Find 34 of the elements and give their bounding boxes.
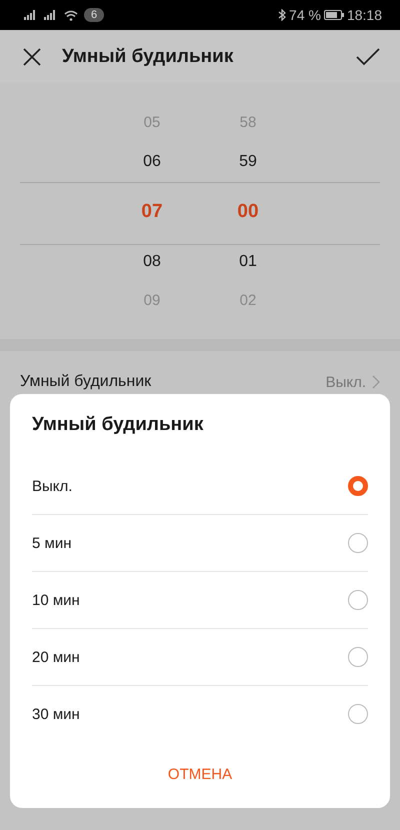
option-row[interactable]: 20 мин xyxy=(32,628,368,685)
option-label: 20 мин xyxy=(32,648,81,666)
option-label: 10 мин xyxy=(32,592,81,608)
time-value[interactable]: 59 xyxy=(239,149,257,174)
wifi-icon xyxy=(64,10,78,20)
signal-icon xyxy=(44,10,58,20)
setting-value: Выкл. xyxy=(326,374,366,390)
time-value[interactable]: 01 xyxy=(239,249,257,274)
radio-button[interactable] xyxy=(348,590,368,610)
radio-button[interactable] xyxy=(348,476,368,496)
radio-button[interactable] xyxy=(348,533,368,553)
battery-percent: 74 % xyxy=(289,7,321,23)
option-label: Выкл. xyxy=(32,478,74,494)
time-value[interactable]: 08 xyxy=(143,249,161,274)
check-icon[interactable] xyxy=(356,48,380,66)
dialog-title: Умный будильник xyxy=(32,414,204,436)
option-row[interactable]: 10 мин xyxy=(32,571,368,628)
radio-button[interactable] xyxy=(348,704,368,724)
bluetooth-icon xyxy=(278,9,286,21)
time-value[interactable]: 06 xyxy=(143,149,161,174)
notification-count: 6 xyxy=(84,8,104,22)
battery-icon xyxy=(324,10,344,20)
setting-label[interactable]: Умный будильник xyxy=(20,373,320,391)
option-label: 30 мин xyxy=(32,706,81,722)
clock: 18:18 xyxy=(346,7,382,23)
screen-title: Умный будильник xyxy=(62,46,234,68)
option-label: 5 мин xyxy=(32,534,72,552)
signal-icon xyxy=(24,10,38,20)
chevron-icon xyxy=(372,375,380,389)
close-icon[interactable] xyxy=(22,46,42,66)
radio-button[interactable] xyxy=(348,647,368,667)
option-row[interactable]: Выкл. xyxy=(32,458,368,514)
option-row[interactable]: 30 мин xyxy=(32,685,368,742)
option-row[interactable]: 5 мин xyxy=(32,514,368,571)
